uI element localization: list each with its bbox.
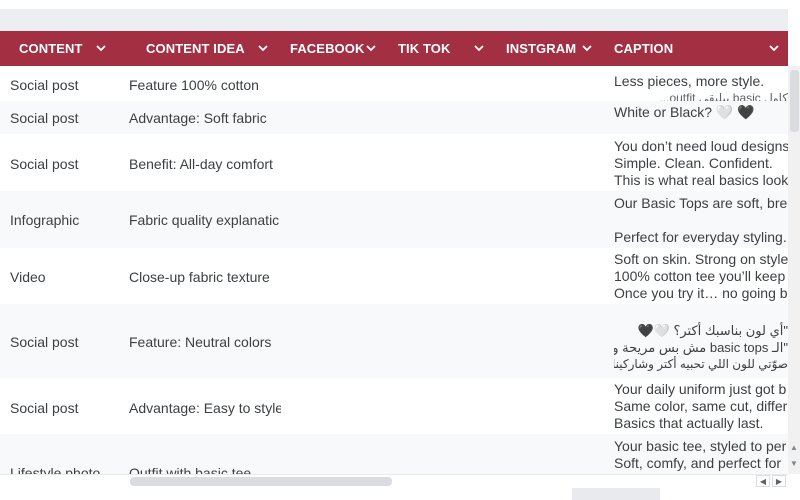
cell-content-idea[interactable]: Close-up fabric texture — [129, 269, 281, 285]
cell-caption[interactable]: White or Black? 🤍 🖤 — [614, 104, 788, 121]
caption-line: Simple. Clean. Confident. — [614, 155, 773, 171]
cell-caption[interactable]: Your basic tee, styled to per Soft, comf… — [614, 438, 788, 472]
chevron-down-icon[interactable] — [365, 42, 377, 54]
chevron-down-icon[interactable] — [473, 42, 485, 54]
caption-line: You don’t need loud designs — [614, 138, 788, 154]
cell-content-idea[interactable]: Benefit: All-day comfort — [129, 156, 281, 172]
caption-line: Less pieces, more style. — [614, 73, 765, 89]
caption-line: Same color, same cut, differ — [614, 398, 788, 414]
horizontal-scrollbar-thumb[interactable] — [130, 477, 392, 486]
column-header-caption[interactable]: CAPTION — [614, 31, 673, 66]
cell-caption[interactable]: Our Basic Tops are soft, bre Perfect for… — [614, 195, 788, 246]
sheet-tab[interactable] — [572, 488, 660, 500]
caption-line: صوّتي للون اللي تحبيه أكتر وشاركينا را — [614, 357, 788, 371]
cell-content-idea[interactable]: Feature: Neutral colors — [129, 334, 281, 350]
column-header-label: CAPTION — [614, 41, 674, 56]
cell-caption[interactable]: Your daily uniform just got b Same color… — [614, 381, 788, 432]
cell-content-idea[interactable]: Fabric quality explanatic — [129, 212, 281, 228]
caption-line: Basics that actually last. — [614, 415, 764, 431]
caption-line: Once you try it… no going ba — [614, 285, 788, 301]
caption-line: Perfect for everyday styling. — [614, 229, 787, 245]
arrow-left-icon[interactable]: ◀ — [756, 475, 770, 487]
caption-line: Soft on skin. Strong on style — [614, 251, 788, 267]
column-header-content[interactable]: CONTENT — [19, 31, 83, 66]
sheet-tabs-bar — [0, 488, 800, 500]
arrow-down-icon[interactable]: ▼ — [788, 456, 800, 470]
caption-line: Our Basic Tops are soft, bre — [614, 195, 788, 211]
column-header-instagram[interactable]: INSTGRAM — [506, 31, 576, 66]
cell-content[interactable]: Social post — [10, 77, 120, 93]
table-row[interactable]: Infographic Fabric quality explanatic Ou… — [0, 191, 788, 248]
table-row[interactable]: Social post Benefit: All-day comfort You… — [0, 134, 788, 191]
chevron-down-icon[interactable] — [95, 42, 107, 54]
caption-line: Your basic tee, styled to per — [614, 438, 787, 454]
cell-content-idea[interactable]: Advantage: Easy to style — [129, 400, 281, 416]
caption-line: كاول basic بيلبقي outfit... — [659, 91, 788, 101]
cell-content-idea[interactable]: Outfit with basic tee — [129, 465, 281, 474]
formula-strip — [0, 9, 788, 31]
caption-line — [614, 212, 788, 229]
cell-caption[interactable]: Less pieces, more style. كاول basic بيلب… — [614, 73, 788, 101]
cell-content-idea[interactable]: Advantage: Soft fabric — [129, 110, 281, 126]
table-row[interactable]: Video Close-up fabric texture Soft on sk… — [0, 248, 788, 304]
cell-content-idea[interactable]: Feature 100% cotton — [129, 77, 281, 93]
cell-caption[interactable]: "أي لون بناسبك أكتر؟ 🤍🖤 "الـ basic tops … — [614, 322, 788, 373]
caption-line: This is what real basics look — [614, 172, 788, 188]
table-row[interactable]: Lifestyle photo Outfit with basic tee Yo… — [0, 434, 788, 474]
cell-content[interactable]: Infographic — [10, 212, 120, 228]
chevron-down-icon[interactable] — [581, 42, 593, 54]
chevron-down-icon[interactable] — [768, 42, 780, 54]
column-header-facebook[interactable]: FACEBOOK — [290, 31, 364, 66]
table-header: CONTENT CONTENT IDEA FACEBOOK TIK TOK IN… — [0, 31, 788, 66]
caption-line: 100% cotton tee you’ll keep — [614, 268, 786, 284]
cell-content[interactable]: Video — [10, 269, 120, 285]
cell-content[interactable]: Social post — [10, 156, 120, 172]
column-header-label: CONTENT IDEA — [146, 41, 245, 56]
chevron-down-icon[interactable] — [257, 42, 269, 54]
vertical-scrollbar-thumb[interactable] — [790, 70, 799, 132]
data-table: Social post Feature 100% cotton Less pie… — [0, 66, 788, 474]
table-row[interactable]: Social post Advantage: Soft fabric White… — [0, 101, 788, 134]
column-header-content-idea[interactable]: CONTENT IDEA — [146, 31, 245, 66]
cell-content[interactable]: Social post — [10, 334, 120, 350]
horizontal-scrollbar[interactable] — [0, 474, 788, 488]
column-header-label: INSTGRAM — [506, 41, 577, 56]
caption-line: "أي لون بناسبك أكتر؟ 🤍🖤 — [637, 323, 788, 338]
caption-line: Your daily uniform just got b — [614, 381, 787, 397]
column-header-label: CONTENT — [19, 41, 83, 56]
column-header-label: FACEBOOK — [290, 41, 365, 56]
arrow-up-icon[interactable]: ▲ — [788, 440, 800, 454]
cell-content[interactable]: Lifestyle photo — [10, 465, 120, 474]
table-row[interactable]: Social post Advantage: Easy to style You… — [0, 378, 788, 434]
cell-content[interactable]: Social post — [10, 400, 120, 416]
caption-line: "الـ basic tops مش بس مريحة وسها — [614, 340, 788, 355]
cell-caption[interactable]: Soft on skin. Strong on style 100% cotto… — [614, 251, 788, 302]
arrow-right-icon[interactable]: ▶ — [772, 475, 786, 487]
cell-content[interactable]: Social post — [10, 110, 120, 126]
table-row[interactable]: Social post Feature 100% cotton Less pie… — [0, 66, 788, 101]
caption-line: White or Black? 🤍 🖤 — [614, 104, 755, 120]
column-header-tiktok[interactable]: TIK TOK — [398, 31, 450, 66]
cell-caption[interactable]: You don’t need loud designs Simple. Clea… — [614, 138, 788, 189]
toolbar-area — [0, 0, 800, 31]
caption-line: Soft, comfy, and perfect for — [614, 455, 782, 471]
column-header-label: TIK TOK — [398, 41, 451, 56]
table-row[interactable]: Social post Feature: Neutral colors "أي … — [0, 304, 788, 378]
